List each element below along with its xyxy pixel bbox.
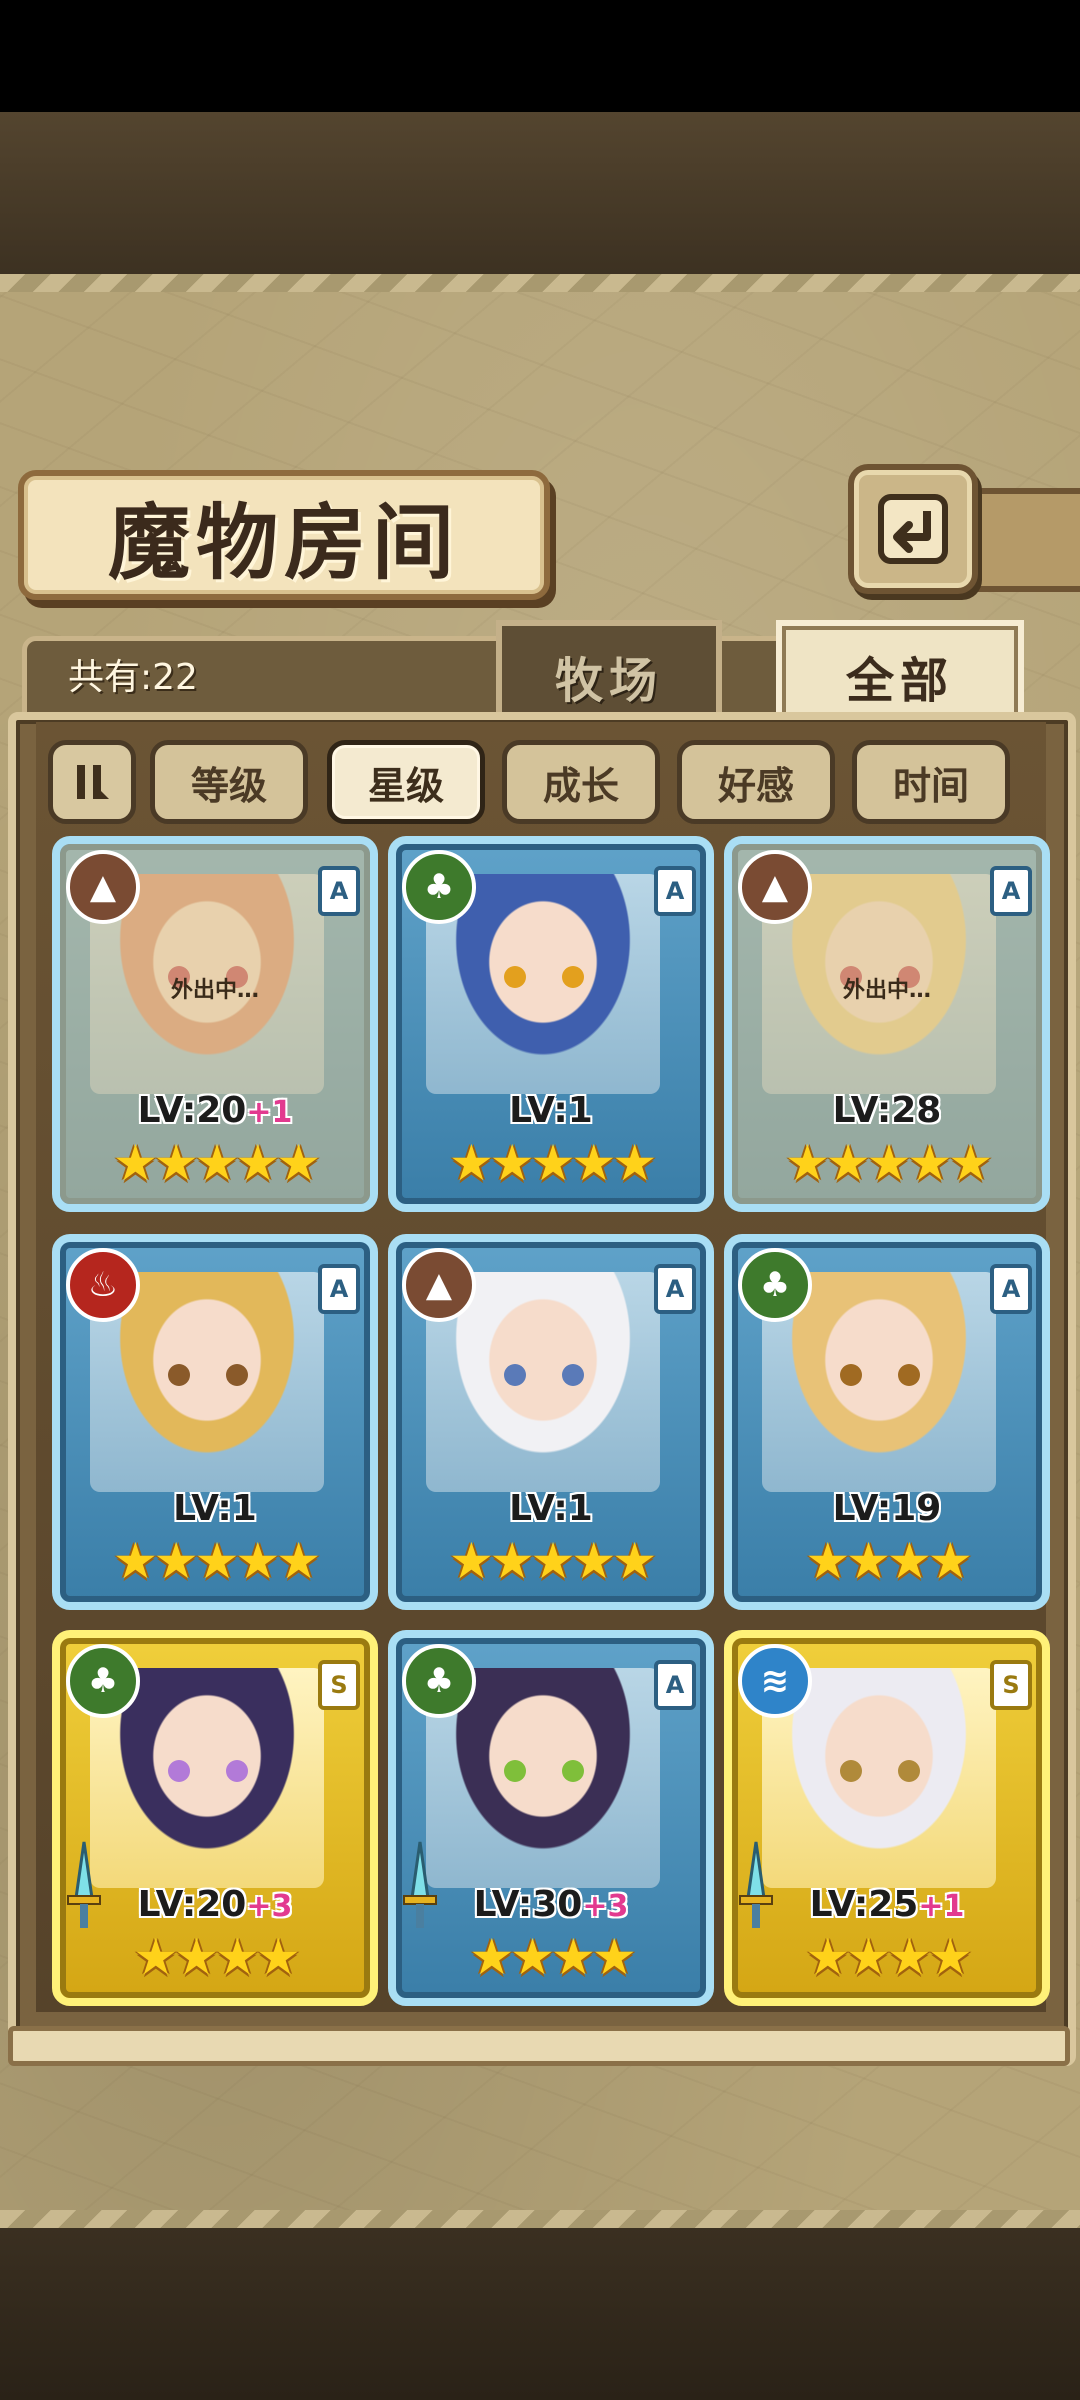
bottom-banner (0, 2210, 1080, 2400)
star-rating: ★★★★★ (448, 1134, 657, 1192)
level-label: LV:1 (60, 1488, 370, 1529)
star-rating: ★★★★★ (112, 1532, 321, 1590)
filter-time-button[interactable]: 时间 (852, 740, 1010, 824)
earth-element-icon: ▲ (66, 850, 140, 924)
earth-element-icon: ▲ (402, 1248, 476, 1322)
page-title: 魔物房间 (107, 494, 460, 591)
level-value: LV:1 (173, 1488, 257, 1529)
monster-card[interactable]: ♨ A LV:1 ★★★★★ (52, 1234, 378, 1610)
rank-tag: A (990, 866, 1032, 916)
level-label: LV:1 (396, 1488, 706, 1529)
grass-element-icon: ♣ (66, 1644, 140, 1718)
level-bonus: +3 (246, 1889, 293, 1924)
monster-card[interactable]: ▲ A LV:1 ★★★★★ (388, 1234, 714, 1610)
monster-card[interactable]: ≋ S LV:25+1 ★★★★ (724, 1630, 1050, 2006)
level-value: LV:30 (473, 1884, 583, 1925)
star-rating: ★★★★★ (448, 1532, 657, 1590)
level-bonus: +1 (246, 1095, 293, 1130)
monster-card[interactable]: ♣ S LV:20+3 ★★★★ (52, 1630, 378, 2006)
fire-element-icon: ♨ (66, 1248, 140, 1322)
back-button-rail (966, 488, 1080, 592)
star-rating: ★★★★ (133, 1928, 300, 1986)
level-bonus: +1 (918, 1889, 965, 1924)
level-value: LV:20 (137, 1884, 247, 1925)
back-arrow-icon (878, 494, 948, 564)
status-bar (0, 0, 1080, 112)
grass-element-icon: ♣ (738, 1248, 812, 1322)
grass-element-icon: ♣ (402, 850, 476, 924)
filter-star-button[interactable]: 星级 (327, 740, 485, 824)
away-status: 外出中… (170, 978, 259, 1003)
rank-tag: S (318, 1660, 360, 1710)
level-value: LV:1 (509, 1090, 593, 1131)
filter-growth-button[interactable]: 成长 (502, 740, 660, 824)
filter-affection-button[interactable]: 好感 (677, 740, 835, 824)
rank-tag: A (654, 1264, 696, 1314)
monster-card[interactable]: ♣ A LV:19 ★★★★ (724, 1234, 1050, 1610)
grass-element-icon: ♣ (402, 1644, 476, 1718)
earth-element-icon: ▲ (738, 850, 812, 924)
back-button[interactable] (848, 464, 978, 594)
star-rating: ★★★★ (805, 1532, 972, 1590)
star-rating: ★★★★ (805, 1928, 972, 1986)
monster-count: 共有:22 (68, 657, 198, 698)
rank-tag: S (990, 1660, 1032, 1710)
rank-tag: A (318, 1264, 360, 1314)
top-banner (0, 112, 1080, 292)
water-element-icon: ≋ (738, 1644, 812, 1718)
rank-tag: A (318, 866, 360, 916)
star-rating: ★★★★★ (112, 1134, 321, 1192)
level-bonus: +3 (582, 1889, 629, 1924)
away-status: 外出中… (842, 978, 931, 1003)
monster-card[interactable]: 外出中… ▲ A LV:28 ★★★★★ (724, 836, 1050, 1212)
level-label: LV:20+1 (60, 1090, 370, 1131)
sort-order-toggle[interactable] (48, 740, 136, 824)
level-value: LV:1 (509, 1488, 593, 1529)
level-value: LV:20 (137, 1090, 247, 1131)
monster-card[interactable]: 外出中… ▲ A LV:20+1 ★★★★★ (52, 836, 378, 1212)
filter-level-button[interactable]: 等级 (150, 740, 308, 824)
rank-tag: A (654, 866, 696, 916)
level-label: LV:25+1 (732, 1884, 1042, 1925)
rank-tag: A (654, 1660, 696, 1710)
level-label: LV:30+3 (396, 1884, 706, 1925)
level-label: LV:1 (396, 1090, 706, 1131)
level-label: LV:20+3 (60, 1884, 370, 1925)
level-value: LV:25 (809, 1884, 919, 1925)
rank-tag: A (990, 1264, 1032, 1314)
sort-order-icon (77, 765, 109, 799)
star-rating: ★★★★★ (784, 1134, 993, 1192)
monster-card[interactable]: ♣ A LV:1 ★★★★★ (388, 836, 714, 1212)
level-label: LV:19 (732, 1488, 1042, 1529)
star-rating: ★★★★ (469, 1928, 636, 1986)
level-label: LV:28 (732, 1090, 1042, 1131)
level-value: LV:19 (832, 1488, 942, 1529)
level-value: LV:28 (832, 1090, 942, 1131)
monster-card[interactable]: ♣ A LV:30+3 ★★★★ (388, 1630, 714, 2006)
panel-bottom-rail (8, 2026, 1070, 2066)
title-plate: 魔物房间 (18, 470, 550, 600)
